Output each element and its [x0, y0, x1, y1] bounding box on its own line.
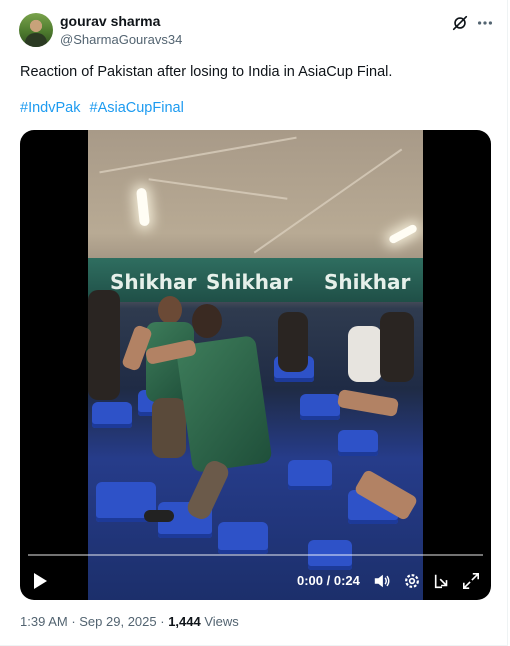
author-name[interactable]: gourav sharma [60, 13, 160, 29]
gear-icon[interactable] [403, 572, 421, 590]
banner-text: Shikhar [324, 270, 411, 294]
video-time: 0:00 / 0:24 [297, 573, 360, 588]
picture-in-picture-icon[interactable] [433, 572, 451, 590]
banner-text: Shikhar [110, 270, 197, 294]
hashtag-asiacupfinal[interactable]: #AsiaCupFinal [90, 100, 184, 116]
banner-text: Shikhar [206, 270, 293, 294]
play-icon[interactable] [32, 572, 48, 590]
time-separator: / [323, 573, 334, 588]
fullscreen-icon[interactable] [462, 572, 480, 590]
video-player[interactable]: Shikhar Shikhar Shikhar 0:00 / 0:24 [20, 130, 491, 600]
meta-dot: · [156, 614, 169, 629]
video-progress-bar[interactable] [28, 554, 483, 556]
views-label: Views [204, 614, 239, 629]
tweet-time[interactable]: 1:39 AM [20, 614, 68, 629]
tweet-date[interactable]: Sep 29, 2025 [79, 614, 156, 629]
duration: 0:24 [333, 573, 360, 588]
current-time: 0:00 [297, 573, 324, 588]
tweet-meta: 1:39 AM · Sep 29, 2025 · 1,444 Views [20, 614, 239, 629]
hashtags: #IndvPak #AsiaCupFinal [20, 100, 189, 116]
meta-dot: · [67, 614, 80, 629]
volume-icon[interactable] [373, 572, 391, 590]
tweet-card: gourav sharma @SharmaGouravs34 Reaction … [0, 0, 508, 646]
grok-icon[interactable] [451, 14, 469, 32]
views-count: 1,444 [168, 614, 201, 629]
tweet-text: Reaction of Pakistan after losing to Ind… [20, 64, 393, 80]
video-frame[interactable]: Shikhar Shikhar Shikhar [88, 130, 423, 600]
avatar[interactable] [19, 13, 53, 47]
author-handle[interactable]: @SharmaGouravs34 [60, 32, 182, 47]
more-icon[interactable] [476, 14, 494, 32]
hashtag-indvpak[interactable]: #IndvPak [20, 100, 80, 116]
